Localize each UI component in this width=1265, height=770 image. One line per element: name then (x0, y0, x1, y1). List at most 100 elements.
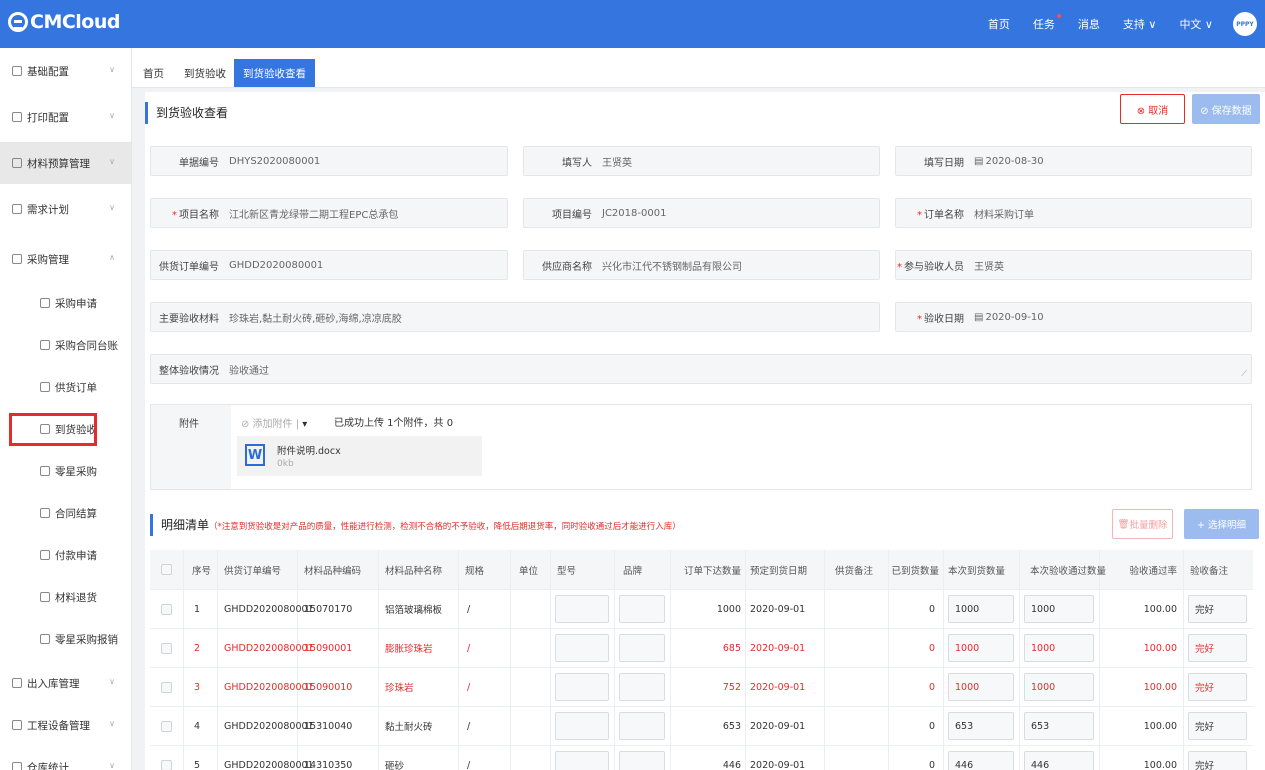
calendar-icon: ▤ (974, 311, 984, 323)
row-checkbox[interactable] (161, 720, 172, 732)
cell-model-input[interactable] (555, 673, 609, 701)
cell-order: GHDD2020080001 (218, 707, 314, 745)
required-mark: * (917, 313, 922, 325)
sidebar: 基础配置 ∨ 打印配置 ∨ 材料预算管理 ∨ 需求计划 ∨ 采购管理 ∧ 采购申请 采购合… (0, 48, 132, 770)
project-name-field[interactable]: * 项目名称 江北新区青龙绿带二期工程EPC总承包 (150, 198, 508, 228)
materials-field[interactable]: 主要验收材料 珍珠岩,黏土耐火砖,砸砂,海绵,凉凉底胶 (150, 302, 880, 332)
row-checkbox[interactable] (161, 603, 172, 615)
user-avatar[interactable]: PPPY (1233, 12, 1257, 36)
sidebar-item-sporadic-reimburse[interactable]: 零星采购报销 (0, 618, 131, 660)
order-name-field[interactable]: * 订单名称 材料采购订单 (895, 198, 1252, 228)
cell-qty: 653 (671, 707, 746, 745)
sidebar-item-budget[interactable]: 材料预算管理 ∨ (0, 142, 131, 184)
cell-model-input[interactable] (555, 634, 609, 662)
caret-down-icon[interactable]: ▾ (302, 419, 307, 430)
batch-delete-button[interactable]: 🗑 批量删除 (1112, 509, 1173, 539)
sidebar-item-purchase-request[interactable]: 采购申请 (0, 282, 131, 324)
cell-brand-input[interactable] (619, 595, 665, 623)
sidebar-item-supply-order[interactable]: 供货订单 (0, 366, 131, 408)
cell-check-note-input[interactable]: 完好 (1188, 673, 1247, 701)
supply-order-value: GHDD2020080001 (229, 259, 324, 271)
cell-check-note-input[interactable]: 完好 (1188, 634, 1247, 662)
nav-support[interactable]: 支持 ∨ (1123, 16, 1157, 32)
table-header-row: 序号 供货订单编号 材料品种编码 材料品种名称 规格 单位 型号 品牌 订单下达… (150, 550, 1253, 590)
cell-this-arrive-input[interactable]: 1000 (948, 673, 1014, 701)
cancel-button[interactable]: ⊗ 取消 (1120, 94, 1185, 124)
doc-no-value: DHYS2020080001 (229, 155, 321, 167)
tab-arrival-inspection-view[interactable]: 到货验收查看 (234, 59, 315, 87)
sidebar-item-sporadic-purchase[interactable]: 零星采购 (0, 450, 131, 492)
detail-note: （*注意到货验收是对产品的质量，性能进行检测，检测不合格的不予验收，降低后期退货… (209, 522, 681, 532)
nav-language[interactable]: 中文 ∨ (1179, 16, 1213, 32)
cell-this-pass: 446 (1020, 746, 1100, 770)
page-title: 到货验收查看 (145, 102, 228, 124)
sidebar-item-demand-plan[interactable]: 需求计划 ∨ (0, 188, 131, 230)
cell-brand-input[interactable] (619, 751, 665, 770)
cell-no: 5 (184, 746, 218, 770)
cell-this-pass-input[interactable]: 1000 (1024, 673, 1094, 701)
cell-this-arrive-input[interactable]: 653 (948, 712, 1014, 740)
app-logo[interactable]: CMCloud (8, 11, 121, 33)
sidebar-item-purchase[interactable]: 采购管理 ∧ (0, 238, 131, 280)
save-button[interactable]: ⊘ 保存数据 (1192, 94, 1260, 124)
nav-tasks-label: 任务 (1032, 18, 1055, 31)
cell-no: 4 (184, 707, 218, 745)
sidebar-item-material-return[interactable]: 材料退货 (0, 576, 131, 618)
cell-model-input[interactable] (555, 751, 609, 770)
cell-this-pass-input[interactable]: 1000 (1024, 634, 1094, 662)
cell-brand-input[interactable] (619, 634, 665, 662)
cell-brand-input[interactable] (619, 712, 665, 740)
cell-date: 2020-09-01 (746, 746, 825, 770)
sidebar-item-warehouse-stats[interactable]: 仓库统计 ∨ (0, 746, 131, 770)
sidebar-item-basic-config[interactable]: 基础配置 ∨ (0, 50, 131, 92)
row-checkbox[interactable] (161, 642, 172, 654)
table-row: 3 GHDD2020080001 15090010 珍珠岩/ 752 2020-09-01… (150, 668, 1253, 707)
tab-arrival-inspection[interactable]: 到货验收 (175, 59, 235, 87)
tab-home[interactable]: 首页 (134, 59, 173, 87)
sidebar-item-equipment[interactable]: 工程设备管理 ∨ (0, 704, 131, 746)
cell-check-note-input[interactable]: 完好 (1188, 712, 1247, 740)
inspector-field[interactable]: * 参与验收人员 王贤英 (895, 250, 1252, 280)
nav-messages[interactable]: 消息 (1078, 16, 1100, 32)
required-mark: * (172, 209, 177, 221)
cell-this-arrive-input[interactable]: 1000 (948, 595, 1014, 623)
inspect-date-field[interactable]: * 验收日期 ▤ 2020-09-10 (895, 302, 1252, 332)
select-all-checkbox[interactable] (161, 564, 172, 575)
col-header: 品牌 (615, 550, 671, 589)
attachment-file[interactable]: W 附件说明.docx 0kb (237, 436, 482, 476)
cell-check-note-input[interactable]: 完好 (1188, 751, 1247, 770)
sidebar-item-label: 仓库统计 (27, 761, 69, 770)
project-no-value: JC2018-0001 (602, 207, 667, 219)
write-date-label: 填写日期 (924, 157, 964, 169)
sidebar-item-payment-request[interactable]: 付款申请 (0, 534, 131, 576)
cell-model-input[interactable] (555, 595, 609, 623)
overall-field[interactable]: 整体验收情况 验收通过 ⟋ (150, 354, 1252, 384)
col-header: 供货备注 (825, 550, 889, 589)
resize-handle-icon[interactable]: ⟋ (1241, 369, 1247, 379)
return-icon (40, 592, 50, 602)
choose-detail-button[interactable]: + 选择明细 (1184, 509, 1259, 539)
cell-this-arrive: 446 (944, 746, 1020, 770)
cell-this-pass-input[interactable]: 1000 (1024, 595, 1094, 623)
row-checkbox[interactable] (161, 681, 172, 693)
cell-brand-input[interactable] (619, 673, 665, 701)
sidebar-item-contract-ledger[interactable]: 采购合同台账 (0, 324, 131, 366)
cell-this-arrive-input[interactable]: 1000 (948, 634, 1014, 662)
row-checkbox[interactable] (161, 759, 172, 770)
cell-this-arrive-input[interactable]: 446 (948, 751, 1014, 770)
add-attachment-button[interactable]: ⊘ 添加附件 | ▾ (241, 415, 307, 430)
cell-remark (825, 668, 889, 706)
cell-this-pass-input[interactable]: 446 (1024, 751, 1094, 770)
cell-model-input[interactable] (555, 712, 609, 740)
plan-icon (12, 204, 22, 214)
sidebar-item-print-config[interactable]: 打印配置 ∨ (0, 96, 131, 138)
nav-home[interactable]: 首页 (988, 16, 1010, 32)
sidebar-item-inventory-io[interactable]: 出入库管理 ∨ (0, 662, 131, 704)
sidebar-item-arrival-inspection[interactable]: 到货验收 (0, 408, 131, 450)
nav-tasks[interactable]: 任务 (1032, 14, 1061, 32)
cell-this-pass-input[interactable]: 653 (1024, 712, 1094, 740)
cell-check-note-input[interactable]: 完好 (1188, 595, 1247, 623)
cell-unit (511, 707, 551, 745)
sidebar-item-contract-settlement[interactable]: 合同结算 (0, 492, 131, 534)
cell-check-note: 完好 (1184, 629, 1253, 667)
